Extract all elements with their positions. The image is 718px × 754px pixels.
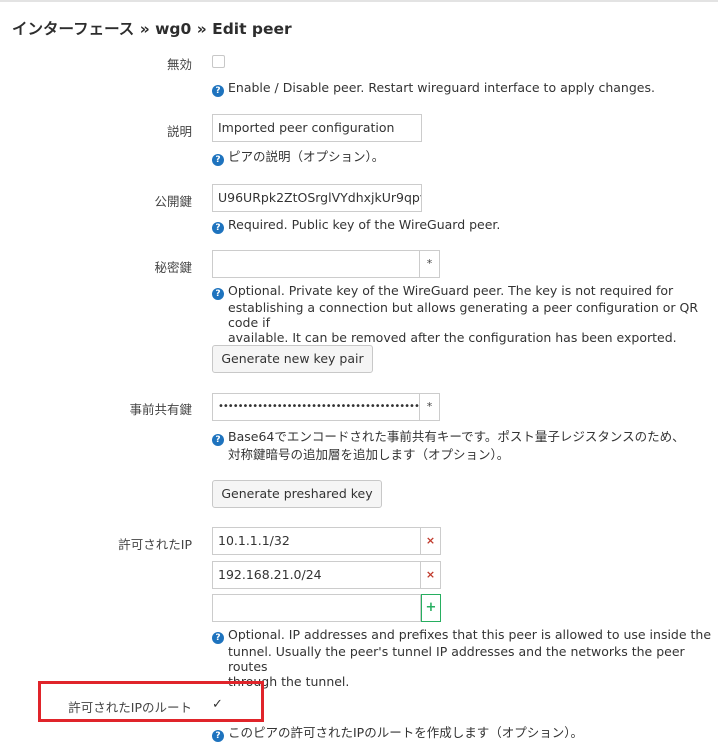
allowed-ips-help: ? Optional. IP addresses and prefixes tha… <box>212 627 712 689</box>
preshared-key-help: ? Base64でエンコードされた事前共有キーです。ポスト量子レジスタンスのため、… <box>212 428 712 464</box>
allowed-ip-entry[interactable]: 10.1.1.1/32 <box>212 527 421 555</box>
description-help-text: ピアの説明（オプション）。 <box>228 149 385 164</box>
allowed-ips-help-line: through the tunnel. <box>228 674 350 689</box>
route-allowed-ips-help-text: このピアの許可されたIPのルートを作成します（オプション）。 <box>228 725 583 740</box>
private-key-reveal-button[interactable]: * <box>420 250 440 278</box>
help-icon: ? <box>212 85 224 97</box>
route-allowed-ips-help: ? このピアの許可されたIPのルートを作成します（オプション）。 <box>212 725 712 742</box>
remove-allowed-ip-button[interactable]: × <box>421 561 441 589</box>
preshared-key-reveal-button[interactable]: * <box>420 393 440 421</box>
allowed-ips-help-line: tunnel. Usually the peer's tunnel IP add… <box>228 644 685 674</box>
preshared-key-input[interactable]: ••••••••••••••••••••••••••••••••••••••••… <box>212 393 420 421</box>
public-key-input[interactable]: U96URpk2ZtOSrglVYdhxjkUr9qpv: <box>212 184 422 212</box>
preshared-key-help-line: Base64でエンコードされた事前共有キーです。ポスト量子レジスタンスのため、 <box>228 429 685 444</box>
preshared-key-help-line: 対称鍵暗号の追加層を追加します（オプション）。 <box>228 447 510 462</box>
disabled-help-text: Enable / Disable peer. Restart wireguard… <box>228 80 655 95</box>
private-key-label: 秘密鍵 <box>154 260 192 275</box>
page-title: インターフェース » wg0 » Edit peer <box>12 20 292 38</box>
private-key-input[interactable] <box>212 250 420 278</box>
help-icon: ? <box>212 288 224 300</box>
route-allowed-ips-label: 許可されたIPのルート <box>68 700 192 715</box>
allowed-ips-help-line: Optional. IP addresses and prefixes that… <box>228 627 712 642</box>
description-input[interactable]: Imported peer configuration <box>212 114 422 142</box>
help-icon: ? <box>212 154 224 166</box>
description-help: ? ピアの説明（オプション）。 <box>212 149 712 166</box>
remove-allowed-ip-button[interactable]: × <box>421 527 441 555</box>
help-icon: ? <box>212 730 224 742</box>
private-key-help-line: establishing a connection but allows gen… <box>228 300 699 330</box>
disabled-label: 無効 <box>166 57 192 72</box>
generate-key-pair-button[interactable]: Generate new key pair <box>212 345 373 373</box>
private-key-help: ? Optional. Private key of the WireGuard … <box>212 283 712 345</box>
disabled-checkbox[interactable] <box>212 55 225 68</box>
description-label: 説明 <box>166 124 192 139</box>
add-allowed-ip-button[interactable]: + <box>421 594 441 622</box>
help-icon: ? <box>212 632 224 644</box>
top-border <box>0 0 718 2</box>
allowed-ip-entry[interactable]: 192.168.21.0/24 <box>212 561 421 589</box>
help-icon: ? <box>212 434 224 446</box>
preshared-key-label: 事前共有鍵 <box>129 402 192 417</box>
private-key-help-line: available. It can be removed after the c… <box>228 330 677 345</box>
generate-preshared-key-button[interactable]: Generate preshared key <box>212 480 382 508</box>
disabled-help: ? Enable / Disable peer. Restart wireguar… <box>212 80 712 97</box>
allowed-ips-label: 許可されたIP <box>118 537 192 552</box>
new-allowed-ip-input[interactable] <box>212 594 421 622</box>
public-key-help-text: Required. Public key of the WireGuard pe… <box>228 217 501 232</box>
public-key-help: ? Required. Public key of the WireGuard p… <box>212 217 712 234</box>
private-key-help-line: Optional. Private key of the WireGuard p… <box>228 283 674 298</box>
public-key-label: 公開鍵 <box>154 194 192 209</box>
help-icon: ? <box>212 222 224 234</box>
route-allowed-ips-checkbox[interactable]: ✓ <box>212 697 223 712</box>
